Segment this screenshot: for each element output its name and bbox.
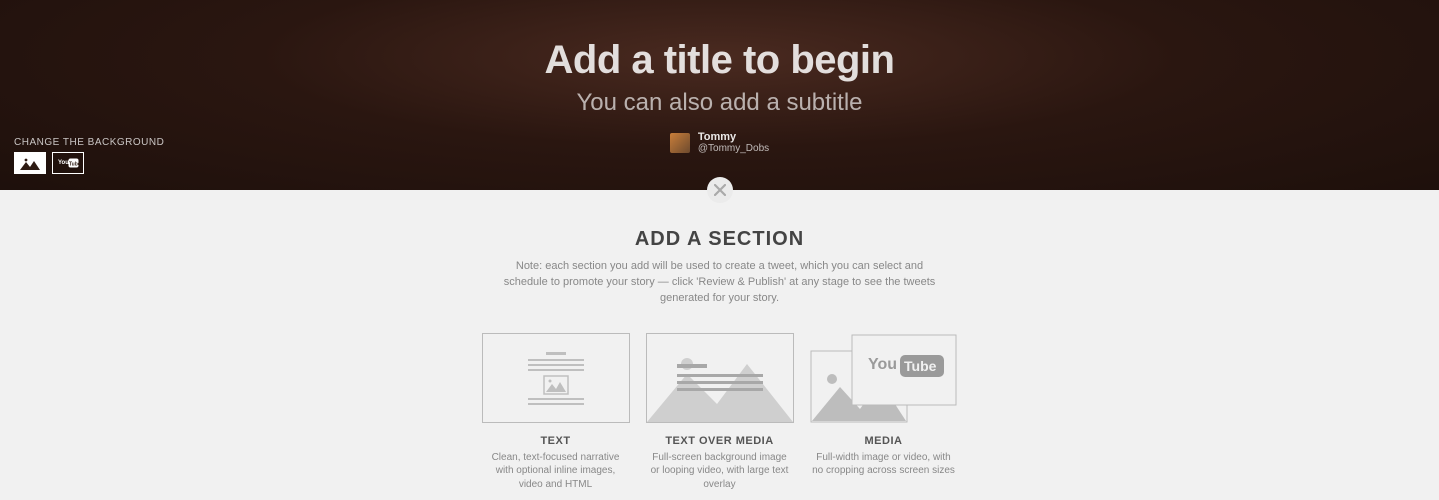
svg-text:You: You [868,356,897,373]
close-icon [714,184,726,196]
card-desc: Clean, text-focused narrative with optio… [482,451,630,492]
hero-header: Add a title to begin You can also add a … [0,0,1439,190]
image-icon [20,156,40,170]
section-card-text[interactable]: TEXT Clean, text-focused narrative with … [482,333,630,492]
card-desc: Full-screen background image or looping … [646,451,794,492]
avatar [670,133,690,153]
close-panel-button[interactable] [707,177,733,203]
background-image-button[interactable] [14,152,46,174]
add-section-panel: ADD A SECTION Note: each section you add… [0,190,1439,491]
svg-text:Tube: Tube [69,162,80,168]
media-preview: You Tube [810,333,958,423]
section-card-text-over-media[interactable]: TEXT OVER MEDIA Full-screen background i… [646,333,794,492]
background-youtube-button[interactable]: You Tube [52,152,84,174]
youtube-icon: You Tube [56,156,80,170]
card-title: TEXT [482,435,630,447]
card-desc: Full-width image or video, with no cropp… [810,451,958,478]
add-section-heading: ADD A SECTION [0,228,1439,251]
card-title: MEDIA [810,435,958,447]
author-name: Tommy [698,131,769,143]
change-background-label: CHANGE THE BACKGROUND [14,137,164,148]
title-input[interactable]: Add a title to begin [545,38,895,83]
subtitle-input[interactable]: You can also add a subtitle [577,89,863,117]
text-over-media-preview [646,333,794,423]
author-handle: @Tommy_Dobs [698,143,769,154]
background-controls: CHANGE THE BACKGROUND You Tube [14,137,164,174]
section-type-cards: TEXT Clean, text-focused narrative with … [0,333,1439,492]
section-card-media[interactable]: You Tube MEDIA Full-width image or video… [810,333,958,492]
text-preview [482,333,630,423]
author-block: Tommy @Tommy_Dobs [670,131,769,154]
svg-text:Tube: Tube [904,358,937,374]
add-section-note: Note: each section you add will be used … [495,259,945,307]
card-title: TEXT OVER MEDIA [646,435,794,447]
svg-text:You: You [58,160,69,166]
